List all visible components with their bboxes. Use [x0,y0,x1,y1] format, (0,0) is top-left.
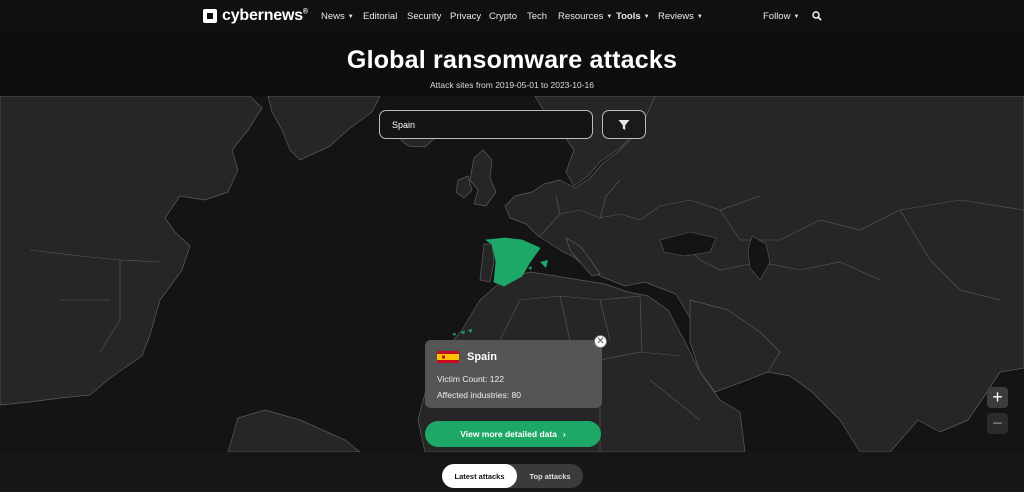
close-popup-button[interactable]: ✕ [594,335,607,348]
chevron-down-icon: ▼ [347,14,354,20]
land-portugal [479,243,495,283]
popup-country-name: Spain [467,351,497,363]
nav-label: Security [407,11,442,22]
nav-item-security[interactable]: Security [407,11,441,22]
filter-icon [618,119,630,130]
spain-islands [528,260,548,270]
logo-mark-icon [203,9,217,23]
nav-label: Resources [558,11,604,22]
view-detailed-data-button[interactable]: View more detailed data › [425,421,601,447]
nav-item-editorial[interactable]: Editorial [363,11,397,22]
chevron-down-icon: ▼ [696,14,703,20]
nav-label: Tools [616,11,641,22]
zoom-out-button[interactable]: − [987,413,1008,434]
nav-item-reviews[interactable]: Reviews ▼ [658,11,703,22]
nav-item-tech[interactable]: Tech [527,11,547,22]
nav-label: Editorial [363,11,398,22]
nav-item-privacy[interactable]: Privacy [450,11,481,22]
land-uk [469,149,497,207]
land-north-america [0,96,263,406]
page-title: Global ransomware attacks [346,46,678,74]
victim-count: Victim Count: 122 [437,374,504,384]
nav-label: Privacy [450,11,482,22]
tab-top-attacks[interactable]: Top attacks [517,464,583,488]
nav-item-news[interactable]: News ▼ [321,11,354,22]
land-ireland [455,175,473,199]
date-range: Attack sites from 2019-05-01 to 2023-10-… [430,80,594,90]
brand-name: cybernews [222,7,303,24]
chevron-right-icon: › [562,429,566,439]
tab-latest-attacks[interactable]: Latest attacks [442,464,517,488]
nav-label: Crypto [489,11,517,22]
attacks-tabs: Latest attacks Top attacks [442,464,583,488]
plus-icon: + [992,387,1003,407]
minus-icon: − [992,413,1003,433]
close-icon: ✕ [596,336,605,347]
nav-item-tools[interactable]: Tools ▼ [616,11,650,22]
filter-button[interactable] [602,110,646,139]
follow-menu[interactable]: Follow ▼ [763,11,799,22]
nav-label: News [321,11,345,22]
top-nav: cybernews® News ▼ Editorial Security Priv… [0,0,1024,34]
land-south-america [227,409,361,452]
chevron-down-icon: ▼ [793,14,800,20]
brand-reg: ® [302,8,308,16]
spain-flag-icon [437,351,459,363]
nav-item-resources[interactable]: Resources ▼ [558,11,612,22]
detail-button-label: View more detailed data [460,429,557,439]
land-greenland [267,96,381,161]
chevron-down-icon: ▼ [643,14,650,20]
country-search-input[interactable] [379,110,593,139]
tab-label: Top attacks [529,471,571,481]
country-popup: Spain Victim Count: 122 Affected industr… [425,340,602,408]
nav-label: Tech [527,11,548,22]
follow-label: Follow [763,11,791,22]
nav-item-crypto[interactable]: Crypto [489,11,517,22]
brand-logo[interactable]: cybernews® [203,7,308,25]
affected-industries: Affected industries: 80 [437,390,521,400]
tab-label: Latest attacks [454,471,505,481]
search-icon[interactable] [812,11,822,21]
nav-label: Reviews [658,11,694,22]
chevron-down-icon: ▼ [606,14,613,20]
page-header: Global ransomware attacks Attack sites f… [0,34,1024,96]
zoom-in-button[interactable]: + [987,387,1008,408]
